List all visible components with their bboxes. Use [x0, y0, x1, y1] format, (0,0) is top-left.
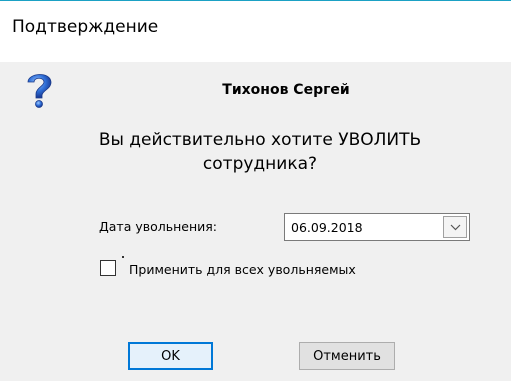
employee-name: Тихонов Сергей [222, 82, 350, 98]
dismissal-date-value[interactable]: 06.09.2018 [291, 220, 363, 235]
focus-dot [122, 256, 124, 258]
apply-all-label[interactable]: Применить для всех увольняемых [129, 262, 356, 277]
chevron-down-icon [450, 218, 461, 236]
dismissal-date-label: Дата увольнения: [99, 219, 217, 234]
question-icon [20, 69, 60, 109]
apply-all-checkbox[interactable] [100, 260, 116, 276]
dialog-title: Подтверждение [12, 17, 159, 37]
ok-button[interactable]: OK [128, 342, 213, 370]
cancel-button[interactable]: Отменить [299, 342, 395, 370]
date-dropdown-button[interactable] [443, 216, 467, 238]
confirmation-question: Вы действительно хотите УВОЛИТЬ сотрудни… [98, 130, 422, 174]
title-bar[interactable]: Подтверждение [0, 1, 511, 62]
dismissal-date-picker[interactable]: 06.09.2018 [284, 213, 470, 241]
